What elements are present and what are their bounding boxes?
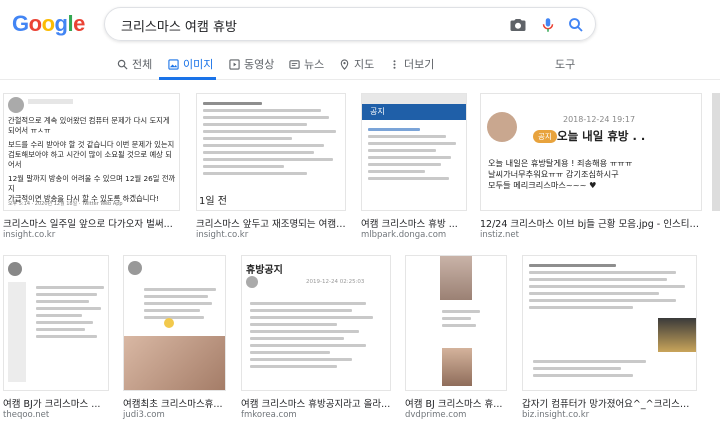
- tweet-text: 간헐적으로 계속 있어왔던 컴퓨터 문제가 다시 도지게 되어서 ㅠㅅㅠ 보드를…: [8, 116, 176, 203]
- result-site[interactable]: biz.insight.co.kr: [522, 410, 589, 420]
- emoji-icon: [164, 318, 174, 328]
- avatar: [8, 97, 24, 113]
- image-result[interactable]: 휴방공지 2019-12-24 02:25:03 여캠 크리스마스 휴방공지라고…: [241, 255, 393, 425]
- tab-all[interactable]: 전체: [117, 56, 152, 72]
- result-thumbnail[interactable]: [405, 255, 507, 391]
- tab-images[interactable]: 이미지: [168, 56, 213, 72]
- notice-badge: 공지: [533, 130, 557, 143]
- tab-maps[interactable]: 지도: [339, 56, 374, 72]
- news-icon: [289, 59, 300, 69]
- result-title[interactable]: 여캠 크리스마스 휴방공지라고 올라...: [241, 396, 391, 410]
- image-result[interactable]: 여캠 BJ가 크리스마스 ... theqoo.net: [3, 255, 110, 425]
- image-result[interactable]: 공지 여캠 크리스마스 휴방 ... mlbpark.donga.com: [361, 93, 469, 243]
- google-logo[interactable]: Google: [12, 11, 85, 37]
- image-result[interactable]: 여캠최초 크리스마스휴... judi3.com: [123, 255, 228, 425]
- result-site[interactable]: instiz.net: [480, 230, 519, 240]
- result-thumbnail[interactable]: [3, 255, 109, 391]
- image-result[interactable]: 여캠 BJ 크리스마스 휴... dvdprime.com: [405, 255, 509, 425]
- photo: [440, 256, 472, 300]
- photo: [658, 318, 696, 352]
- result-thumbnail[interactable]: 간헐적으로 계속 있어왔던 컴퓨터 문제가 다시 도지게 되어서 ㅠㅅㅠ 보드를…: [3, 93, 180, 211]
- tab-videos[interactable]: 동영상: [229, 56, 274, 72]
- result-thumbnail[interactable]: 2018-12-24 19:17 공지 오늘 내일 휴방 . . 오늘 내일은 …: [480, 93, 702, 211]
- result-thumbnail[interactable]: 휴방공지 2019-12-24 02:25:03: [241, 255, 391, 391]
- image-icon: [168, 58, 179, 70]
- result-title[interactable]: 여캠 크리스마스 휴방 ...: [361, 216, 467, 230]
- video-icon: [229, 58, 240, 70]
- result-thumbnail[interactable]: 공지: [361, 93, 467, 211]
- result-site[interactable]: mlbpark.donga.com: [361, 230, 446, 240]
- tab-news[interactable]: 뉴스: [289, 56, 324, 72]
- search-icon[interactable]: [567, 16, 585, 34]
- result-site[interactable]: theqoo.net: [3, 410, 49, 420]
- more-icon: [393, 59, 396, 69]
- image-result-partial[interactable]: [712, 93, 720, 211]
- result-thumbnail[interactable]: [123, 255, 226, 391]
- search-tabs: 전체 이미지 동영상 뉴스 지도 더보기 도구: [0, 50, 720, 80]
- image-result[interactable]: 1일 전 크리스마스 앞두고 재조명되는 여캠 ... insight.co.k…: [196, 93, 348, 243]
- active-tab-indicator: [159, 77, 216, 80]
- tools-button[interactable]: 도구: [555, 56, 575, 72]
- tab-more[interactable]: 더보기: [389, 56, 434, 72]
- photo: [124, 336, 225, 390]
- search-input[interactable]: 크리스마스 여캠 휴방: [121, 16, 237, 35]
- result-title[interactable]: 12/24 크리스마스 이브 bj들 근황 모음.jpg - 인스티즈(i...: [480, 216, 702, 230]
- camera-icon[interactable]: [509, 16, 527, 34]
- image-result[interactable]: 갑자기 컴퓨터가 망가졌어요^_^크리스마스 ... biz.insight.c…: [522, 255, 698, 425]
- avatar: [487, 112, 517, 142]
- result-site[interactable]: insight.co.kr: [3, 230, 55, 240]
- result-title[interactable]: 여캠 BJ가 크리스마스 ...: [3, 396, 109, 410]
- search-box[interactable]: 크리스마스 여캠 휴방: [104, 7, 596, 41]
- result-site[interactable]: insight.co.kr: [196, 230, 248, 240]
- result-thumbnail[interactable]: [522, 255, 697, 391]
- microphone-icon[interactable]: [539, 16, 557, 34]
- result-title[interactable]: 갑자기 컴퓨터가 망가졌어요^_^크리스마스 ...: [522, 396, 697, 410]
- photo: [442, 348, 472, 386]
- result-site[interactable]: dvdprime.com: [405, 410, 466, 420]
- result-site[interactable]: fmkorea.com: [241, 410, 297, 420]
- map-pin-icon: [340, 58, 349, 70]
- image-result[interactable]: 간헐적으로 계속 있어왔던 컴퓨터 문제가 다시 도지게 되어서 ㅠㅅㅠ 보드를…: [3, 93, 183, 243]
- result-title[interactable]: 여캠최초 크리스마스휴...: [123, 396, 226, 410]
- result-title[interactable]: 여캠 BJ 크리스마스 휴...: [405, 396, 507, 410]
- result-title[interactable]: 크리스마스 일주일 앞으로 다가오자 벌써...: [3, 216, 180, 230]
- result-site[interactable]: judi3.com: [123, 410, 165, 420]
- search-icon: [117, 59, 128, 70]
- image-result[interactable]: 2018-12-24 19:17 공지 오늘 내일 휴방 . . 오늘 내일은 …: [480, 93, 706, 243]
- result-thumbnail[interactable]: 1일 전: [196, 93, 346, 211]
- result-title[interactable]: 크리스마스 앞두고 재조명되는 여캠 ...: [196, 216, 346, 230]
